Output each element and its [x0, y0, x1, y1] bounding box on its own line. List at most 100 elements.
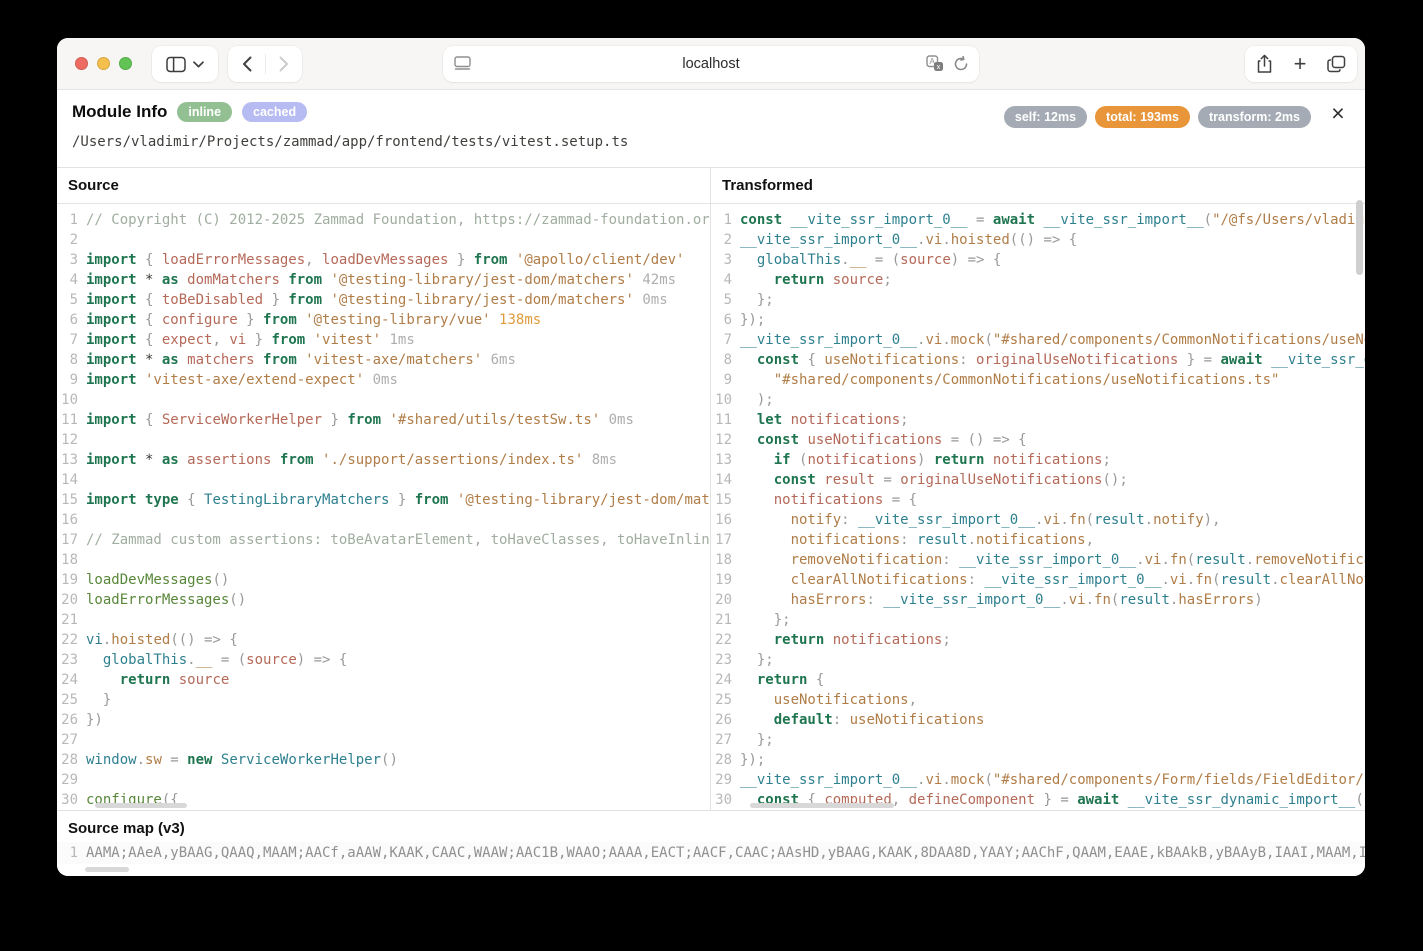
minimize-window-button[interactable] [97, 57, 110, 70]
forward-button[interactable] [266, 46, 302, 82]
cached-badge: cached [242, 102, 307, 122]
code-line: 6import { configure } from '@testing-lib… [57, 310, 710, 330]
browser-window: localhost A x + [57, 38, 1365, 876]
back-button[interactable] [229, 46, 265, 82]
module-file-path: /Users/vladimir/Projects/zammad/app/fron… [72, 134, 628, 150]
code-line: 25 useNotifications, [711, 690, 1365, 710]
code-line: 18 [57, 550, 710, 570]
code-line: 29 [57, 770, 710, 790]
self-time-badge: self: 12ms [1004, 106, 1087, 128]
code-line: 13 if (notifications) return notificatio… [711, 450, 1365, 470]
window-controls [75, 57, 132, 70]
code-line: 28window.sw = new ServiceWorkerHelper() [57, 750, 710, 770]
code-line: 26 default: useNotifications [711, 710, 1365, 730]
horizontal-scrollbar[interactable] [750, 803, 894, 808]
code-line: 24 return { [711, 670, 1365, 690]
code-line: 18 removeNotification: __vite_ssr_import… [711, 550, 1365, 570]
close-window-button[interactable] [75, 57, 88, 70]
code-line: 27 [57, 730, 710, 750]
code-line: 6}); [711, 310, 1365, 330]
horizontal-scrollbar[interactable] [95, 803, 187, 808]
chevron-down-icon[interactable] [193, 61, 204, 68]
reload-icon[interactable] [953, 56, 969, 72]
code-line: 3import { loadErrorMessages, loadDevMess… [57, 250, 710, 270]
code-line: 7import { expect, vi } from 'vitest' 1ms [57, 330, 710, 350]
transformed-panel: Transformed 1const __vite_ssr_import_0__… [711, 168, 1365, 810]
page-icon [454, 56, 471, 71]
code-line: 15import type { TestingLibraryMatchers }… [57, 490, 710, 510]
code-line: 23 globalThis.__ = (source) => { [57, 650, 710, 670]
page-title: Module Info [72, 102, 167, 122]
sidebar-icon[interactable] [166, 56, 186, 73]
code-line: 20 hasErrors: __vite_ssr_import_0__.vi.f… [711, 590, 1365, 610]
code-line: 1// Copyright (C) 2012-2025 Zammad Found… [57, 210, 710, 230]
url-field[interactable]: localhost [682, 56, 739, 72]
code-line: 10 [57, 390, 710, 410]
browser-toolbar: localhost A x + [57, 38, 1365, 90]
code-line: 17// Zammad custom assertions: toBeAvata… [57, 530, 710, 550]
share-icon[interactable] [1256, 54, 1273, 74]
code-line: 1const __vite_ssr_import_0__ = await __v… [711, 210, 1365, 230]
source-panel: Source 1// Copyright (C) 2012-2025 Zamma… [57, 168, 711, 810]
maximize-window-button[interactable] [119, 57, 132, 70]
sourcemap-title: Source map (v3) [57, 811, 1365, 842]
horizontal-scrollbar[interactable] [85, 867, 129, 872]
code-line: 8import * as matchers from 'vitest-axe/m… [57, 350, 710, 370]
code-line: 12 [57, 430, 710, 450]
source-code-area[interactable]: 1// Copyright (C) 2012-2025 Zammad Found… [57, 204, 710, 810]
transformed-code-area[interactable]: 1const __vite_ssr_import_0__ = await __v… [711, 204, 1365, 810]
toolbar-right-group: + [1245, 46, 1357, 82]
code-line: 19 clearAllNotifications: __vite_ssr_imp… [711, 570, 1365, 590]
code-line: 11 let notifications; [711, 410, 1365, 430]
sidebar-toggle-group [152, 46, 218, 82]
code-line: 25 } [57, 690, 710, 710]
code-line: 11import { ServiceWorkerHelper } from '#… [57, 410, 710, 430]
source-panel-title: Source [57, 168, 710, 204]
code-line: 16 [57, 510, 710, 530]
code-line: 8 const { useNotifications: originalUseN… [711, 350, 1365, 370]
code-line: 13import * as assertions from './support… [57, 450, 710, 470]
code-panels: Source 1// Copyright (C) 2012-2025 Zamma… [57, 168, 1365, 810]
sourcemap-section: Source map (v3) 1AAMA;AAeA,yBAAG,QAAQ,MA… [57, 810, 1365, 876]
code-line: 5import { toBeDisabled } from '@testing-… [57, 290, 710, 310]
new-tab-icon[interactable]: + [1294, 53, 1307, 75]
code-line: 29__vite_ssr_import_0__.vi.mock("#shared… [711, 770, 1365, 790]
code-line: 15 notifications = { [711, 490, 1365, 510]
sourcemap-mappings: AAMA;AAeA,yBAAG,QAAQ,MAAM;AACf,aAAW,KAAK… [86, 845, 1365, 861]
timing-badges: self: 12ms total: 193ms transform: 2ms [1004, 106, 1311, 128]
code-line: 5 }; [711, 290, 1365, 310]
code-line: 14 const result = originalUseNotificatio… [711, 470, 1365, 490]
sourcemap-line-number: 1 [57, 842, 86, 864]
code-line: 7__vite_ssr_import_0__.vi.mock("#shared/… [711, 330, 1365, 350]
translate-icon[interactable]: A x [926, 55, 944, 72]
code-line: 22vi.hoisted(() => { [57, 630, 710, 650]
code-line: 28}); [711, 750, 1365, 770]
module-info-header: Module Info inline cached self: 12ms tot… [57, 90, 1365, 168]
transformed-panel-title: Transformed [711, 168, 1365, 204]
transform-time-badge: transform: 2ms [1198, 106, 1311, 128]
code-line: 21 [57, 610, 710, 630]
navigation-buttons [228, 46, 302, 82]
code-line: 3 globalThis.__ = (source) => { [711, 250, 1365, 270]
address-bar[interactable]: localhost A x [443, 46, 979, 82]
code-line: 17 notifications: result.notifications, [711, 530, 1365, 550]
code-line: 4import * as domMatchers from '@testing-… [57, 270, 710, 290]
code-line: 2 [57, 230, 710, 250]
code-line: 23 }; [711, 650, 1365, 670]
vertical-scrollbar[interactable] [1356, 200, 1363, 275]
code-line: 14 [57, 470, 710, 490]
total-time-badge: total: 193ms [1095, 106, 1190, 128]
code-line: 9 "#shared/components/CommonNotification… [711, 370, 1365, 390]
close-icon[interactable]: × [1323, 98, 1353, 128]
code-line: 12 const useNotifications = () => { [711, 430, 1365, 450]
inline-badge: inline [177, 102, 232, 122]
code-line: 19loadDevMessages() [57, 570, 710, 590]
tab-overview-icon[interactable] [1327, 55, 1346, 73]
code-line: 9import 'vitest-axe/extend-expect' 0ms [57, 370, 710, 390]
code-line: 27 }; [711, 730, 1365, 750]
sourcemap-line: 1AAMA;AAeA,yBAAG,QAAQ,MAAM;AACf,aAAW,KAA… [57, 842, 1365, 864]
svg-text:x: x [937, 62, 941, 71]
code-line: 10 ); [711, 390, 1365, 410]
code-line: 2__vite_ssr_import_0__.vi.hoisted(() => … [711, 230, 1365, 250]
code-line: 16 notify: __vite_ssr_import_0__.vi.fn(r… [711, 510, 1365, 530]
